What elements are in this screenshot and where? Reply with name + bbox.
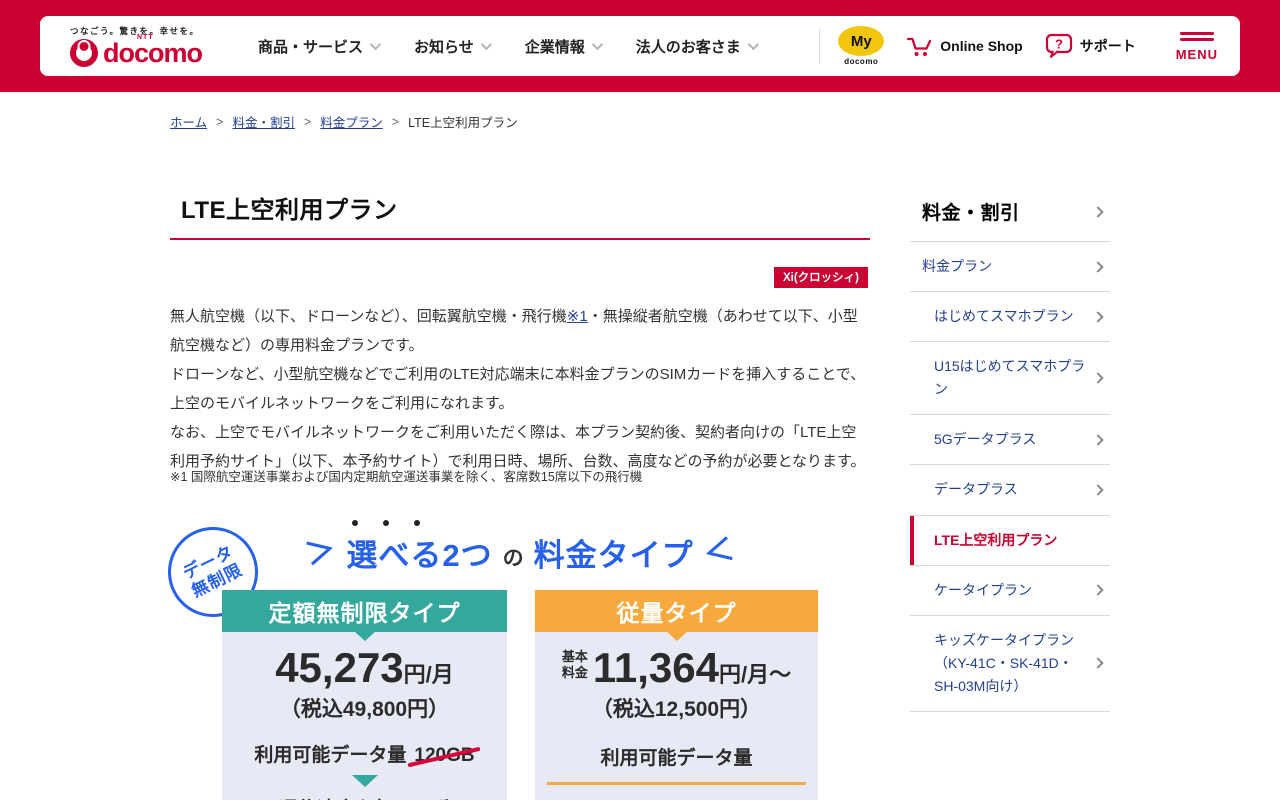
intro-paragraph-1: 無人航空機（以下、ドローンなど）、回転翼航空機・飛行機※1・無操縦者航空機（あわ… xyxy=(170,308,858,354)
metered-card-body: 基本 料金 11,364 円/月～ （税込12,500円） 利用可能データ量 0… xyxy=(535,632,818,800)
promo-heading: ＞ 選べる2つ の 料金タイプ ＜ xyxy=(170,520,870,575)
header-quick-links: My docomo Online Shop ? サポート xyxy=(838,26,1136,66)
metered-tax: （税込12,500円） xyxy=(591,698,762,721)
flat-rate-tax: （税込49,800円） xyxy=(279,698,450,721)
svg-text:?: ? xyxy=(1055,37,1063,52)
base-charge-label: 基本 料金 xyxy=(561,649,588,680)
intro-paragraph-2: ドローンなど、小型航空機などでご利用のLTE対応端末に本料金プランのSIMカード… xyxy=(170,366,866,412)
sidebar-item-data-plus[interactable]: データプラス xyxy=(910,465,1110,516)
sidebar-header-charges-discounts[interactable]: 料金・割引 xyxy=(910,192,1110,242)
chevron-right-icon xyxy=(1092,434,1104,446)
sidebar-item-5g-data-plus[interactable]: 5Gデータプラス xyxy=(910,415,1110,466)
breadcrumb-separator: > xyxy=(216,114,224,129)
chevron-right-icon xyxy=(1092,310,1104,323)
cart-icon xyxy=(907,37,932,56)
xi-crossy-badge: Xi(クロッシィ) xyxy=(773,267,868,288)
page-title-block: LTE上空利用プラン xyxy=(170,190,870,240)
sidebar-item-kids-keitai-plan[interactable]: キッズケータイプラン（KY-41C・SK-41D・SH-03M向け） xyxy=(910,616,1110,713)
breadcrumb-rate-plans[interactable]: 料金プラン xyxy=(320,112,383,131)
flat-rate-note: 通信速度を気にせず xyxy=(222,794,507,800)
flat-rate-card-header: 定額無制限タイプ xyxy=(222,590,507,632)
breadcrumb-separator: > xyxy=(303,114,312,129)
metered-price: 基本 料金 11,364 円/月～ xyxy=(561,644,792,691)
right-bracket-decoration: ＜ xyxy=(699,532,738,572)
breadcrumb-separator: > xyxy=(391,114,400,129)
page: つなごう。驚きを。幸せを。 NTT docomo 商品・サービス お知らせ 企業… xyxy=(0,0,1280,800)
promo-heading-em2: 料金タイプ xyxy=(533,538,694,573)
chevron-right-icon xyxy=(1092,205,1104,218)
flat-rate-data-amount: 利用可能データ量 120GB xyxy=(254,745,475,766)
breadcrumb-current: LTE上空利用プラン xyxy=(408,116,518,130)
flat-rate-card-body: 45,273 円/月 （税込49,800円） 利用可能データ量120GB 通信速… xyxy=(222,632,507,800)
struck-data-value: 120GB xyxy=(414,745,475,766)
ntt-label: NTT xyxy=(137,33,154,41)
sidebar-item-keitai-plan[interactable]: ケータイプラン xyxy=(910,566,1110,616)
promo-heading-particle: の xyxy=(502,547,524,570)
flat-rate-card: 定額無制限タイプ 45,273 円/月 （税込49,800円） 利用可能データ量… xyxy=(222,590,507,800)
orange-divider xyxy=(547,782,806,785)
breadcrumb: ホーム > 料金・割引 > 料金プラン > LTE上空利用プラン xyxy=(170,112,518,131)
page-title: LTE上空利用プラン xyxy=(181,197,398,224)
support-link[interactable]: ? サポート xyxy=(1045,33,1136,59)
footnote-1: ※1 国際航空運送事業および国内定期航空運送事業を除く、客席数15席以下の飛行機 xyxy=(170,470,643,484)
breadcrumb-home[interactable]: ホーム xyxy=(170,112,207,131)
metered-card-header: 従量タイプ xyxy=(535,590,818,632)
sidebar: 料金・割引 料金プラン はじめてスマホプラン U15はじめてスマホプラン 5Gデ… xyxy=(910,192,1110,713)
online-shop-link[interactable]: Online Shop xyxy=(906,34,1023,58)
chevron-right-icon xyxy=(1092,657,1104,670)
sidebar-item-lte-aerial-plan-active[interactable]: LTE上空利用プラン xyxy=(910,515,1110,566)
sidebar-item-first-smartphone-plan[interactable]: はじめてスマホプラン xyxy=(910,292,1110,343)
sidebar-item-rate-plans[interactable]: 料金プラン xyxy=(910,242,1110,293)
metered-data-label: 利用可能データ量 xyxy=(600,748,753,769)
chevron-right-icon xyxy=(1092,484,1104,496)
docomo-mark-icon xyxy=(70,39,98,67)
down-triangle-icon xyxy=(351,775,378,787)
sidebar-item-u15-first-smartphone-plan[interactable]: U15はじめてスマホプラン xyxy=(910,342,1110,416)
breadcrumb-charges-discounts[interactable]: 料金・割引 xyxy=(232,112,295,131)
chevron-right-icon xyxy=(1092,584,1104,596)
flat-rate-price: 45,273 円/月 xyxy=(275,644,454,691)
chevron-right-icon xyxy=(1092,260,1104,273)
intro-text: 無人航空機（以下、ドローンなど）、回転翼航空機・飛行機※1・無操縦者航空機（あわ… xyxy=(170,302,870,476)
question-bubble-icon: ? xyxy=(1045,33,1072,58)
main-content: ホーム > 料金・割引 > 料金プラン > LTE上空利用プラン LTE上空利用… xyxy=(152,0,870,800)
hamburger-icon xyxy=(1179,30,1214,44)
left-bracket-decoration: ＞ xyxy=(302,532,340,572)
metered-tier-0gb: 0GB：11,364円(税込12,500円) xyxy=(535,796,818,800)
metered-card: 従量タイプ 基本 料金 11,364 円/月～ （税込12,500円） 利用可能… xyxy=(535,590,818,800)
footnote-1-link[interactable]: ※1 xyxy=(567,308,588,325)
emphasis-dots xyxy=(352,520,421,526)
menu-button[interactable]: MENU xyxy=(1176,30,1218,62)
chevron-right-icon xyxy=(1092,372,1104,384)
promo-heading-em1: 選べる2つ xyxy=(346,520,492,575)
